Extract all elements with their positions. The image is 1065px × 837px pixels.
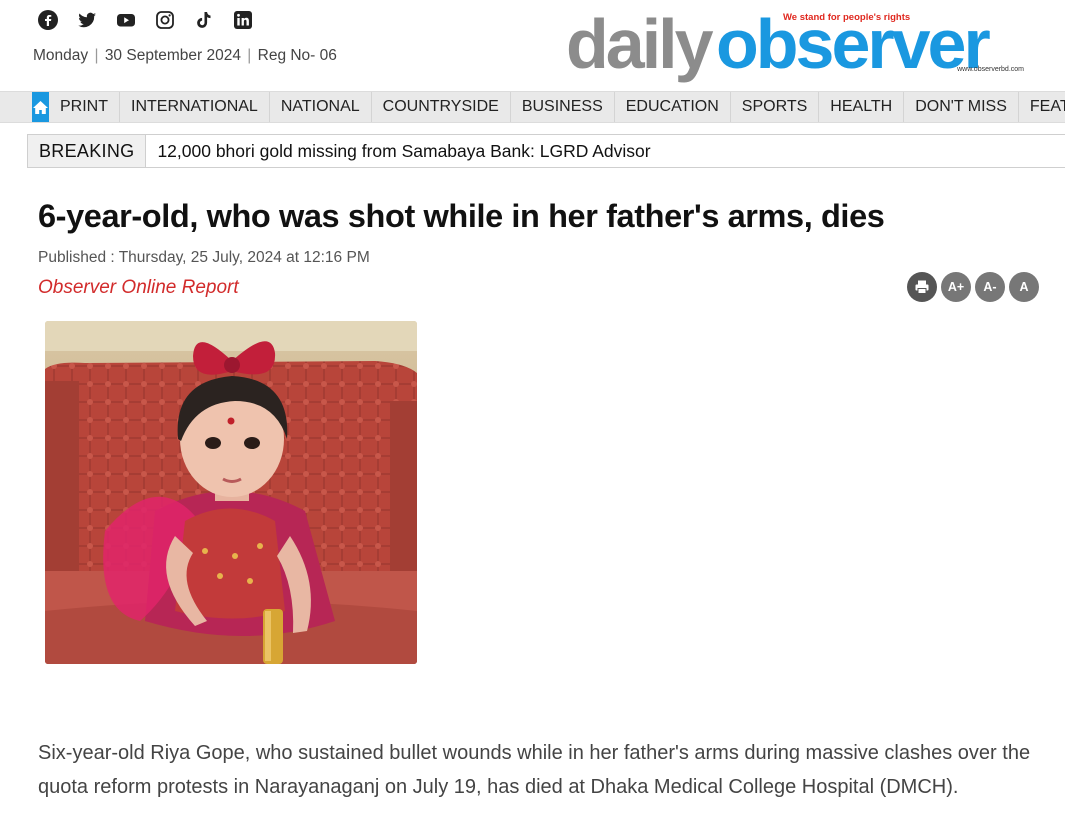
nav-item-business[interactable]: BUSINESS <box>511 92 615 122</box>
nav-item-national[interactable]: NATIONAL <box>270 92 372 122</box>
article-headline: 6-year-old, who was shot while in her fa… <box>38 198 885 234</box>
current-day: Monday <box>33 47 89 64</box>
twitter-icon[interactable] <box>77 10 97 30</box>
breaking-label: BREAKING <box>28 135 147 167</box>
separator: | <box>94 47 99 64</box>
logo-tagline: We stand for people's rights <box>783 12 911 23</box>
print-button[interactable] <box>907 272 937 302</box>
article-body-paragraph: Six-year-old Riya Gope, who sustained bu… <box>38 742 1031 798</box>
dateline: Monday | 30 September 2024 | Reg No- 06 <box>33 47 337 65</box>
article-photo <box>45 321 417 664</box>
nav-item-dont-miss[interactable]: DON'T MISS <box>904 92 1019 122</box>
home-button[interactable] <box>32 92 49 122</box>
breaking-headline-link[interactable]: 12,000 bhori gold missing from Samabaya … <box>146 141 650 162</box>
nav-item-international[interactable]: INTERNATIONAL <box>120 92 270 122</box>
tiktok-icon[interactable] <box>194 10 214 30</box>
facebook-icon[interactable] <box>38 10 58 30</box>
font-decrease-button[interactable]: A- <box>975 272 1005 302</box>
youtube-icon[interactable] <box>116 10 136 30</box>
registration-number: Reg No- 06 <box>257 47 337 64</box>
nav-item-print[interactable]: PRINT <box>49 92 120 122</box>
separator: | <box>247 47 252 64</box>
nav-item-sports[interactable]: SPORTS <box>731 92 820 122</box>
home-icon <box>33 100 48 114</box>
article-tools: A+ A- A <box>907 272 1039 302</box>
current-date: 30 September 2024 <box>104 47 241 64</box>
nav-item-feature[interactable]: FEATURE <box>1019 92 1065 122</box>
font-increase-button[interactable]: A+ <box>941 272 971 302</box>
printer-icon <box>915 280 929 294</box>
article-byline: Observer Online Report <box>38 277 239 298</box>
breaking-news-bar: BREAKING 12,000 bhori gold missing from … <box>27 134 1065 168</box>
site-logo[interactable]: daily observer We stand for people's rig… <box>566 4 1038 86</box>
main-nav: PRINT INTERNATIONAL NATIONAL COUNTRYSIDE… <box>0 91 1065 123</box>
font-reset-button[interactable]: A <box>1009 272 1039 302</box>
instagram-icon[interactable] <box>155 10 175 30</box>
nav-item-education[interactable]: EDUCATION <box>615 92 731 122</box>
logo-url: www.observerbd.com <box>957 66 1024 73</box>
published-date: Published : Thursday, 25 July, 2024 at 1… <box>38 249 370 266</box>
linkedin-icon[interactable] <box>233 10 253 30</box>
nav-item-health[interactable]: HEALTH <box>819 92 905 122</box>
social-links <box>38 10 253 30</box>
logo-word-daily: daily <box>566 5 714 83</box>
nav-item-countryside[interactable]: COUNTRYSIDE <box>372 92 511 122</box>
